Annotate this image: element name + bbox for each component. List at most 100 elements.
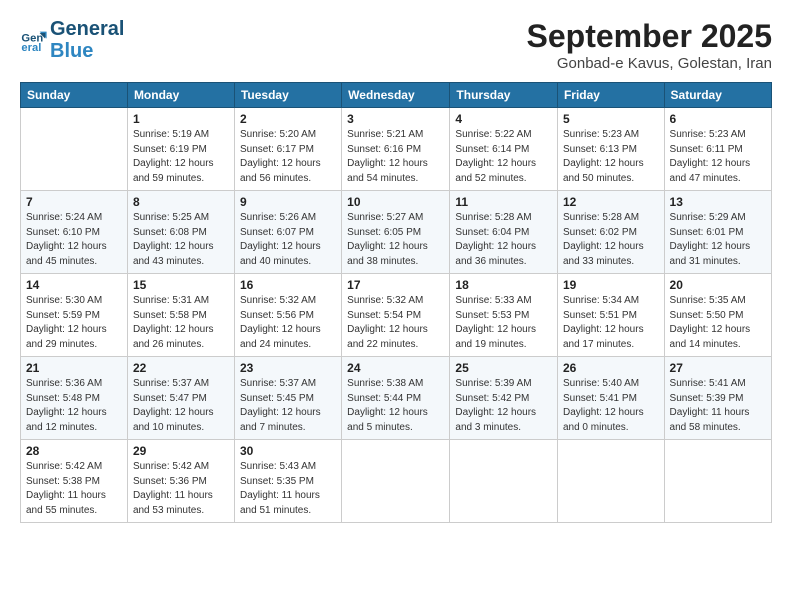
calendar-header-row: SundayMondayTuesdayWednesdayThursdayFrid… (21, 83, 772, 108)
day-info: Sunrise: 5:30 AM Sunset: 5:59 PM Dayligh… (26, 294, 122, 352)
day-info: Sunrise: 5:32 AM Sunset: 5:56 PM Dayligh… (240, 294, 336, 352)
day-number: 16 (240, 278, 336, 292)
day-number: 2 (240, 112, 336, 126)
calendar-week-row: 28 Sunrise: 5:42 AM Sunset: 5:38 PM Dayli… (21, 440, 772, 523)
day-info: Sunrise: 5:42 AM Sunset: 5:38 PM Dayligh… (26, 460, 122, 518)
calendar-week-row: 21 Sunrise: 5:36 AM Sunset: 5:48 PM Dayli… (21, 357, 772, 440)
day-number: 19 (563, 278, 659, 292)
calendar-day-cell: 9 Sunrise: 5:26 AM Sunset: 6:07 PM Daylig… (234, 191, 341, 274)
calendar-week-row: 14Sunrise: 5:30 AM Sunset: 5:59 PM Dayli… (21, 274, 772, 357)
day-info: Sunrise: 5:24 AM Sunset: 6:10 PM Dayligh… (26, 211, 122, 269)
calendar-day-cell (342, 440, 450, 523)
logo: Gen eral General Blue (20, 18, 124, 62)
calendar-day-cell: 4 Sunrise: 5:22 AM Sunset: 6:14 PM Daylig… (450, 108, 558, 191)
calendar-day-cell: 19 Sunrise: 5:34 AM Sunset: 5:51 PM Dayli… (557, 274, 664, 357)
calendar-day-cell: 10Sunrise: 5:27 AM Sunset: 6:05 PM Dayli… (342, 191, 450, 274)
day-info: Sunrise: 5:41 AM Sunset: 5:39 PM Dayligh… (670, 377, 766, 435)
calendar-table: SundayMondayTuesdayWednesdayThursdayFrid… (20, 82, 772, 523)
weekday-header: Wednesday (342, 83, 450, 108)
day-number: 29 (133, 444, 229, 458)
day-number: 3 (347, 112, 444, 126)
weekday-header: Tuesday (234, 83, 341, 108)
day-info: Sunrise: 5:26 AM Sunset: 6:07 PM Dayligh… (240, 211, 336, 269)
day-number: 30 (240, 444, 336, 458)
day-number: 12 (563, 195, 659, 209)
day-info: Sunrise: 5:28 AM Sunset: 6:02 PM Dayligh… (563, 211, 659, 269)
calendar-day-cell: 7 Sunrise: 5:24 AM Sunset: 6:10 PM Daylig… (21, 191, 128, 274)
day-info: Sunrise: 5:43 AM Sunset: 5:35 PM Dayligh… (240, 460, 336, 518)
calendar-day-cell: 17Sunrise: 5:32 AM Sunset: 5:54 PM Dayli… (342, 274, 450, 357)
location: Gonbad-e Kavus, Golestan, Iran (527, 55, 772, 72)
day-info: Sunrise: 5:32 AM Sunset: 5:54 PM Dayligh… (347, 294, 444, 352)
day-number: 27 (670, 361, 766, 375)
day-number: 5 (563, 112, 659, 126)
day-info: Sunrise: 5:29 AM Sunset: 6:01 PM Dayligh… (670, 211, 766, 269)
day-info: Sunrise: 5:40 AM Sunset: 5:41 PM Dayligh… (563, 377, 659, 435)
calendar-day-cell: 11Sunrise: 5:28 AM Sunset: 6:04 PM Dayli… (450, 191, 558, 274)
calendar-day-cell: 29 Sunrise: 5:42 AM Sunset: 5:36 PM Dayli… (127, 440, 234, 523)
calendar-day-cell (21, 108, 128, 191)
calendar-day-cell: 22Sunrise: 5:37 AM Sunset: 5:47 PM Dayli… (127, 357, 234, 440)
title-block: September 2025 Gonbad-e Kavus, Golestan,… (527, 18, 772, 72)
day-info: Sunrise: 5:42 AM Sunset: 5:36 PM Dayligh… (133, 460, 229, 518)
day-info: Sunrise: 5:20 AM Sunset: 6:17 PM Dayligh… (240, 128, 336, 186)
day-info: Sunrise: 5:23 AM Sunset: 6:11 PM Dayligh… (670, 128, 766, 186)
day-info: Sunrise: 5:38 AM Sunset: 5:44 PM Dayligh… (347, 377, 444, 435)
day-info: Sunrise: 5:39 AM Sunset: 5:42 PM Dayligh… (455, 377, 552, 435)
weekday-header: Friday (557, 83, 664, 108)
calendar-day-cell: 24 Sunrise: 5:38 AM Sunset: 5:44 PM Dayli… (342, 357, 450, 440)
day-number: 10 (347, 195, 444, 209)
day-number: 13 (670, 195, 766, 209)
day-number: 9 (240, 195, 336, 209)
day-number: 24 (347, 361, 444, 375)
day-info: Sunrise: 5:33 AM Sunset: 5:53 PM Dayligh… (455, 294, 552, 352)
page: Gen eral General Blue September 2025 Gon… (0, 0, 792, 612)
calendar-day-cell: 21 Sunrise: 5:36 AM Sunset: 5:48 PM Dayli… (21, 357, 128, 440)
calendar-day-cell: 15Sunrise: 5:31 AM Sunset: 5:58 PM Dayli… (127, 274, 234, 357)
calendar-day-cell: 1 Sunrise: 5:19 AM Sunset: 6:19 PM Daylig… (127, 108, 234, 191)
calendar-day-cell: 18 Sunrise: 5:33 AM Sunset: 5:53 PM Dayli… (450, 274, 558, 357)
calendar-day-cell: 13 Sunrise: 5:29 AM Sunset: 6:01 PM Dayli… (664, 191, 771, 274)
month-title: September 2025 (527, 18, 772, 55)
calendar-day-cell: 30 Sunrise: 5:43 AM Sunset: 5:35 PM Dayli… (234, 440, 341, 523)
calendar-week-row: 1 Sunrise: 5:19 AM Sunset: 6:19 PM Daylig… (21, 108, 772, 191)
calendar-day-cell: 8 Sunrise: 5:25 AM Sunset: 6:08 PM Daylig… (127, 191, 234, 274)
day-info: Sunrise: 5:19 AM Sunset: 6:19 PM Dayligh… (133, 128, 229, 186)
day-number: 26 (563, 361, 659, 375)
day-number: 25 (455, 361, 552, 375)
day-info: Sunrise: 5:37 AM Sunset: 5:47 PM Dayligh… (133, 377, 229, 435)
day-number: 18 (455, 278, 552, 292)
calendar-day-cell: 26 Sunrise: 5:40 AM Sunset: 5:41 PM Dayli… (557, 357, 664, 440)
calendar-day-cell: 6 Sunrise: 5:23 AM Sunset: 6:11 PM Daylig… (664, 108, 771, 191)
day-info: Sunrise: 5:25 AM Sunset: 6:08 PM Dayligh… (133, 211, 229, 269)
calendar-day-cell: 28 Sunrise: 5:42 AM Sunset: 5:38 PM Dayli… (21, 440, 128, 523)
calendar-day-cell: 25 Sunrise: 5:39 AM Sunset: 5:42 PM Dayli… (450, 357, 558, 440)
day-number: 1 (133, 112, 229, 126)
weekday-header: Monday (127, 83, 234, 108)
calendar-day-cell: 27 Sunrise: 5:41 AM Sunset: 5:39 PM Dayli… (664, 357, 771, 440)
calendar-week-row: 7 Sunrise: 5:24 AM Sunset: 6:10 PM Daylig… (21, 191, 772, 274)
day-number: 6 (670, 112, 766, 126)
calendar-day-cell (450, 440, 558, 523)
day-info: Sunrise: 5:22 AM Sunset: 6:14 PM Dayligh… (455, 128, 552, 186)
calendar-day-cell: 12 Sunrise: 5:28 AM Sunset: 6:02 PM Dayli… (557, 191, 664, 274)
calendar-day-cell: 23Sunrise: 5:37 AM Sunset: 5:45 PM Dayli… (234, 357, 341, 440)
calendar-day-cell: 14Sunrise: 5:30 AM Sunset: 5:59 PM Dayli… (21, 274, 128, 357)
day-number: 4 (455, 112, 552, 126)
day-info: Sunrise: 5:31 AM Sunset: 5:58 PM Dayligh… (133, 294, 229, 352)
logo-line2: Blue (50, 40, 124, 62)
day-number: 7 (26, 195, 122, 209)
calendar-day-cell: 16 Sunrise: 5:32 AM Sunset: 5:56 PM Dayli… (234, 274, 341, 357)
weekday-header: Thursday (450, 83, 558, 108)
day-info: Sunrise: 5:34 AM Sunset: 5:51 PM Dayligh… (563, 294, 659, 352)
day-number: 21 (26, 361, 122, 375)
day-number: 20 (670, 278, 766, 292)
calendar-day-cell: 3 Sunrise: 5:21 AM Sunset: 6:16 PM Daylig… (342, 108, 450, 191)
logo-line1: General (50, 18, 124, 40)
day-info: Sunrise: 5:21 AM Sunset: 6:16 PM Dayligh… (347, 128, 444, 186)
day-number: 28 (26, 444, 122, 458)
calendar-day-cell (664, 440, 771, 523)
day-info: Sunrise: 5:37 AM Sunset: 5:45 PM Dayligh… (240, 377, 336, 435)
day-number: 8 (133, 195, 229, 209)
day-info: Sunrise: 5:36 AM Sunset: 5:48 PM Dayligh… (26, 377, 122, 435)
